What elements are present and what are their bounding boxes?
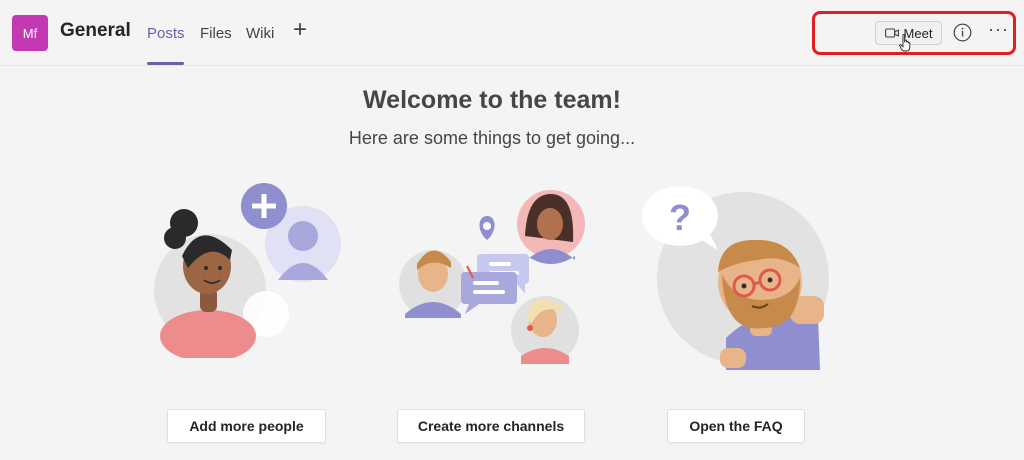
faq-illustration: ? xyxy=(642,186,829,370)
tab-posts[interactable]: Posts xyxy=(147,25,185,42)
tab-files[interactable]: Files xyxy=(200,25,232,42)
active-tab-indicator xyxy=(147,62,184,65)
info-icon[interactable] xyxy=(953,23,972,42)
team-avatar[interactable]: Mf xyxy=(12,15,48,51)
more-options-button[interactable]: ··· xyxy=(988,20,1008,42)
tab-wiki[interactable]: Wiki xyxy=(246,25,274,42)
welcome-subtitle: Here are some things to get going... xyxy=(348,128,636,148)
add-tab-button[interactable]: + xyxy=(290,18,310,42)
welcome-title: Welcome to the team! xyxy=(363,86,621,114)
video-camera-icon xyxy=(884,28,899,38)
hand-pointer-cursor-icon xyxy=(899,34,911,52)
svg-text:?: ? xyxy=(669,197,691,238)
open-faq-button[interactable]: Open the FAQ xyxy=(667,409,805,443)
create-more-channels-button[interactable]: Create more channels xyxy=(397,409,585,443)
add-people-illustration xyxy=(154,183,341,358)
add-more-people-button[interactable]: Add more people xyxy=(167,409,326,443)
channel-header: Mf General Posts Files Wiki + Meet ··· xyxy=(0,0,1024,66)
channel-name: General xyxy=(60,20,131,41)
channels-illustration xyxy=(399,190,585,364)
